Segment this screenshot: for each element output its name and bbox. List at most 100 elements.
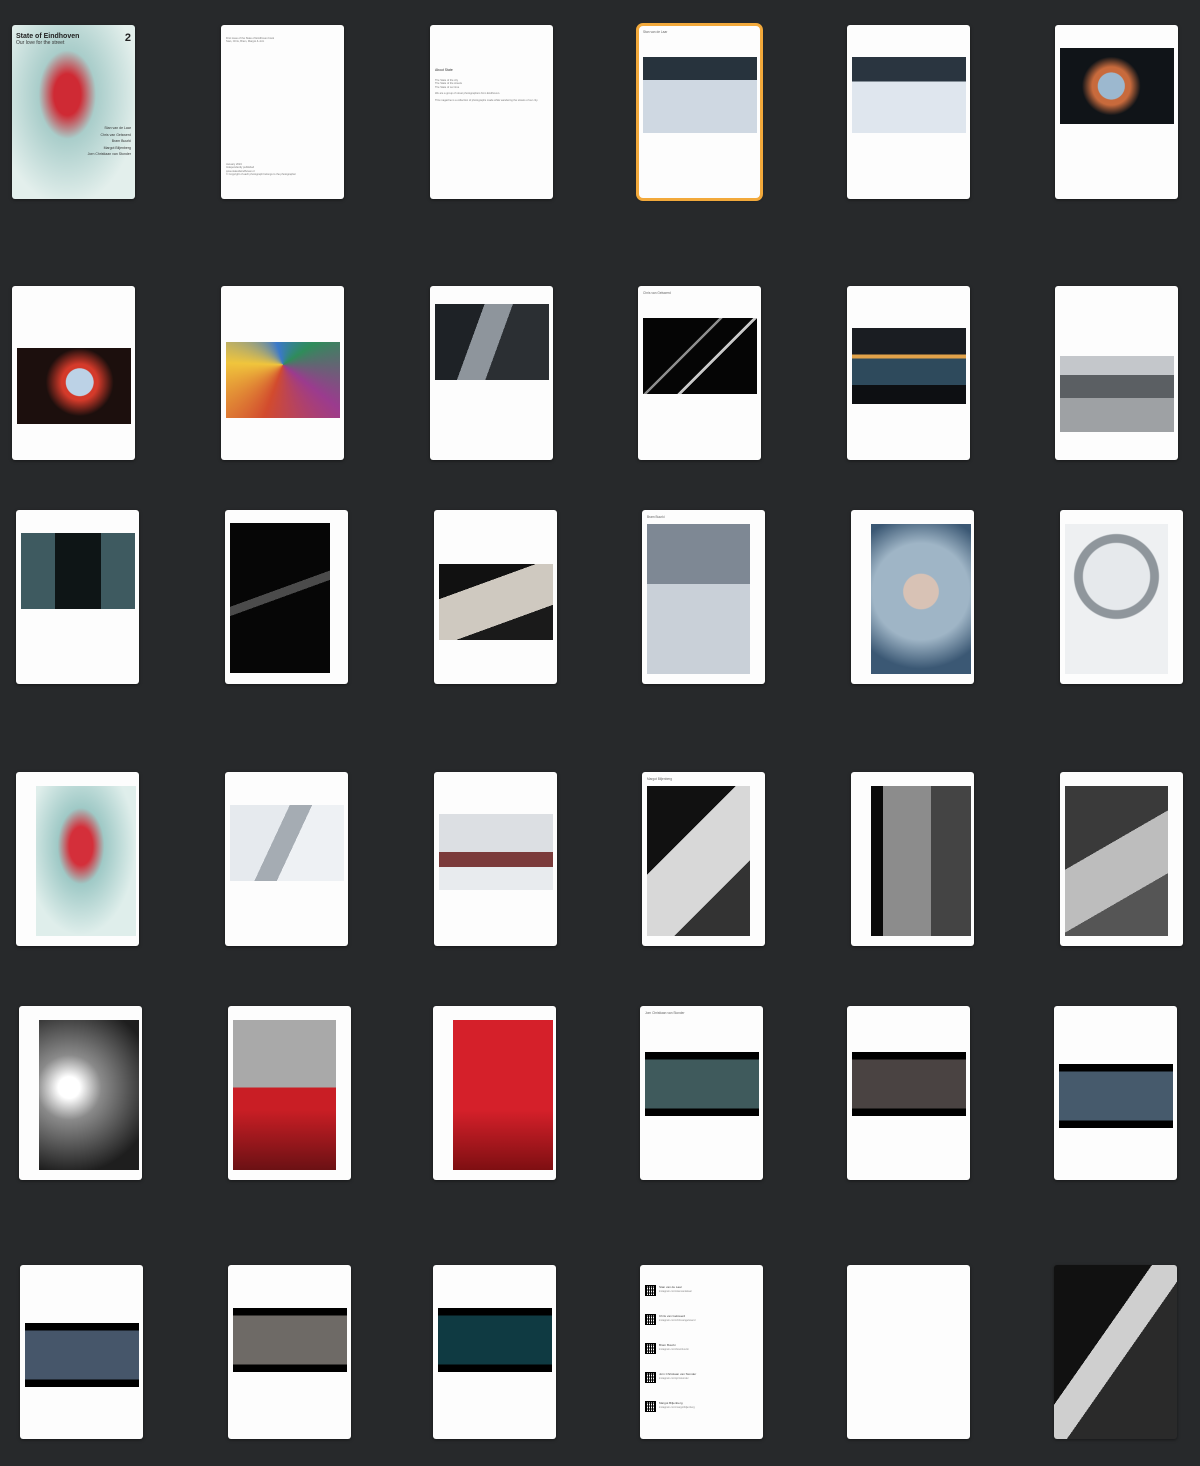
photographer-header: Margot Biljenberg [647, 777, 672, 781]
contact-link[interactable]: instagram.com/brambuurki [659, 1348, 689, 1351]
photo-frosted-face [871, 524, 971, 674]
page-thumbnail-5[interactable] [847, 25, 970, 199]
qr-code-icon[interactable] [645, 1285, 656, 1296]
page-thumbnail-1[interactable]: State of Eindhoven Our love for the stree… [12, 25, 135, 199]
photo-bw-snow-street [1065, 786, 1168, 936]
photo-snow-red-umbrella [647, 524, 750, 674]
page-thumbnail-14[interactable] [225, 510, 348, 684]
contact-name: Jorn Christiaan van Stonder [659, 1372, 697, 1376]
page-thumbnail-33[interactable] [433, 1265, 556, 1439]
photo-snow-graffiti [439, 814, 553, 890]
qr-code-icon[interactable] [645, 1343, 656, 1354]
photo-red-umbrella-glass [453, 1020, 553, 1170]
photographer-header: Chris van Gelswerd [643, 291, 671, 295]
page-thumbnail-24[interactable] [1060, 772, 1183, 946]
photo-cine-car-night [25, 1323, 139, 1387]
contact-name: Stan van de Laar [659, 1285, 682, 1289]
photo-snow-park-1 [643, 57, 757, 133]
page-thumbnail-6[interactable] [1055, 25, 1178, 199]
page-thumbnail-4[interactable]: Stan van de Laar [636, 23, 763, 201]
page-thumbnail-2[interactable]: First issue of the State of Eindhoven bo… [221, 25, 344, 199]
page-thumbnail-3[interactable]: About State The State of the city The Sta… [430, 25, 553, 199]
page-thumbnail-32[interactable] [228, 1265, 351, 1439]
photo-red-figure-glass [36, 786, 136, 936]
contributor-list: Stan van de Laar Chris van Gelswerd Bram B… [88, 125, 131, 158]
page-thumbnail-25[interactable] [19, 1006, 142, 1180]
page-thumbnail-19[interactable] [16, 772, 139, 946]
qr-code-icon[interactable] [645, 1372, 656, 1383]
page-thumbnail-11[interactable] [847, 286, 970, 460]
photo-snow-walkers [230, 805, 344, 881]
photo-bw-tower-sun [39, 1020, 139, 1170]
page-thumbnail-27[interactable] [433, 1006, 556, 1180]
page-thumbnail-23[interactable] [851, 772, 974, 946]
page-thumbnail-20[interactable] [225, 772, 348, 946]
page-thumbnail-18[interactable] [1060, 510, 1183, 684]
photographer-header: Bram Buurki [647, 515, 665, 519]
page-thumbnail-31[interactable] [20, 1265, 143, 1439]
contact-row: Jorn Christiaan van Stonder instagram.com… [645, 1372, 755, 1386]
photo-dark-stairs-tall [230, 523, 330, 673]
page-thumbnail-12[interactable] [1055, 286, 1178, 460]
photo-snow-park-2 [852, 57, 966, 133]
page-thumbnail-29[interactable] [847, 1006, 970, 1180]
page-thumbnail-28[interactable]: Jorn Christiaan van Stonder [640, 1006, 763, 1180]
photo-architecture-dark [643, 318, 757, 394]
photographer-header: Jorn Christiaan van Stonder [645, 1011, 685, 1015]
page-thumbnail-8[interactable] [221, 286, 344, 460]
contact-link[interactable]: instagram.com/chrisvangelswerd [659, 1319, 695, 1322]
page-thumbnail-15[interactable] [434, 510, 557, 684]
contact-row: Stan van de Laar instagram.com/stanvandel… [645, 1285, 755, 1299]
colophon-top: First issue of the State of Eindhoven bo… [226, 37, 275, 44]
photo-cine-crossing [1059, 1064, 1173, 1128]
photo-cine-cyclist [233, 1308, 347, 1372]
qr-code-icon[interactable] [645, 1314, 656, 1325]
page-thumbnail-21[interactable] [434, 772, 557, 946]
colophon-bottom: January 2024 Independently published www… [226, 163, 296, 176]
contact-link[interactable]: instagram.com/jornstonder [659, 1377, 689, 1380]
photo-escalator [439, 564, 553, 640]
about-body: The State of the city The State of the s… [435, 79, 539, 102]
photo-umbrella-rain [17, 348, 131, 424]
page-thumbnail-9[interactable] [430, 286, 553, 460]
photo-people-umbrellas [435, 304, 549, 380]
contact-row: Margot Biljenberg instagram.com/margotbil… [645, 1401, 755, 1415]
photo-umbrellas-color [226, 342, 340, 418]
photo-cine-teal-umbrella [438, 1308, 552, 1372]
page-thumbnail-7[interactable] [12, 286, 135, 460]
page-thumbnail-grid: State of Eindhoven Our love for the stree… [0, 0, 1200, 1466]
photo-umbrella-night [1060, 48, 1174, 124]
cover-subtitle: Our love for the street [16, 40, 65, 46]
photo-rain-window-red [233, 1020, 336, 1170]
contact-row: Chris van Gelswerd instagram.com/chrisvan… [645, 1314, 755, 1328]
photo-cine-street-1 [645, 1052, 759, 1116]
page-thumbnail-30[interactable] [1054, 1006, 1177, 1180]
page-thumbnail-13[interactable] [16, 510, 139, 684]
issue-number: 2 [124, 32, 131, 44]
page-thumbnail-36[interactable] [1054, 1265, 1177, 1439]
contact-name: Chris van Gelswerd [659, 1314, 686, 1318]
contact-name: Bram Buurki [659, 1343, 676, 1347]
contact-link[interactable]: instagram.com/margotbiljenberg [659, 1406, 695, 1409]
photo-building-steps [1060, 356, 1174, 432]
contact-row: Bram Buurki instagram.com/brambuurki [645, 1343, 755, 1357]
page-thumbnail-35[interactable] [847, 1265, 970, 1439]
page-thumbnail-10[interactable]: Chris van Gelswerd [638, 286, 761, 460]
page-thumbnail-22[interactable]: Margot Biljenberg [642, 772, 765, 946]
photo-subway-lights [852, 328, 966, 404]
photo-glass-corridor [21, 533, 135, 609]
about-heading: About State [435, 68, 453, 72]
photo-snow-dome [1065, 524, 1168, 674]
photo-bw-window-figure [871, 786, 971, 936]
page-thumbnail-34[interactable]: Stan van de Laar instagram.com/stanvandel… [640, 1265, 763, 1439]
cover-title: State of Eindhoven [16, 33, 80, 40]
photographer-header: Stan van de Laar [643, 30, 668, 34]
photo-bw-light-wall [1054, 1265, 1177, 1439]
contact-link[interactable]: instagram.com/stanvandelaar [659, 1290, 692, 1293]
photo-cine-street-2 [852, 1052, 966, 1116]
page-thumbnail-16[interactable]: Bram Buurki [642, 510, 765, 684]
page-thumbnail-26[interactable] [228, 1006, 351, 1180]
contact-name: Margot Biljenberg [659, 1401, 683, 1405]
qr-code-icon[interactable] [645, 1401, 656, 1412]
page-thumbnail-17[interactable] [851, 510, 974, 684]
